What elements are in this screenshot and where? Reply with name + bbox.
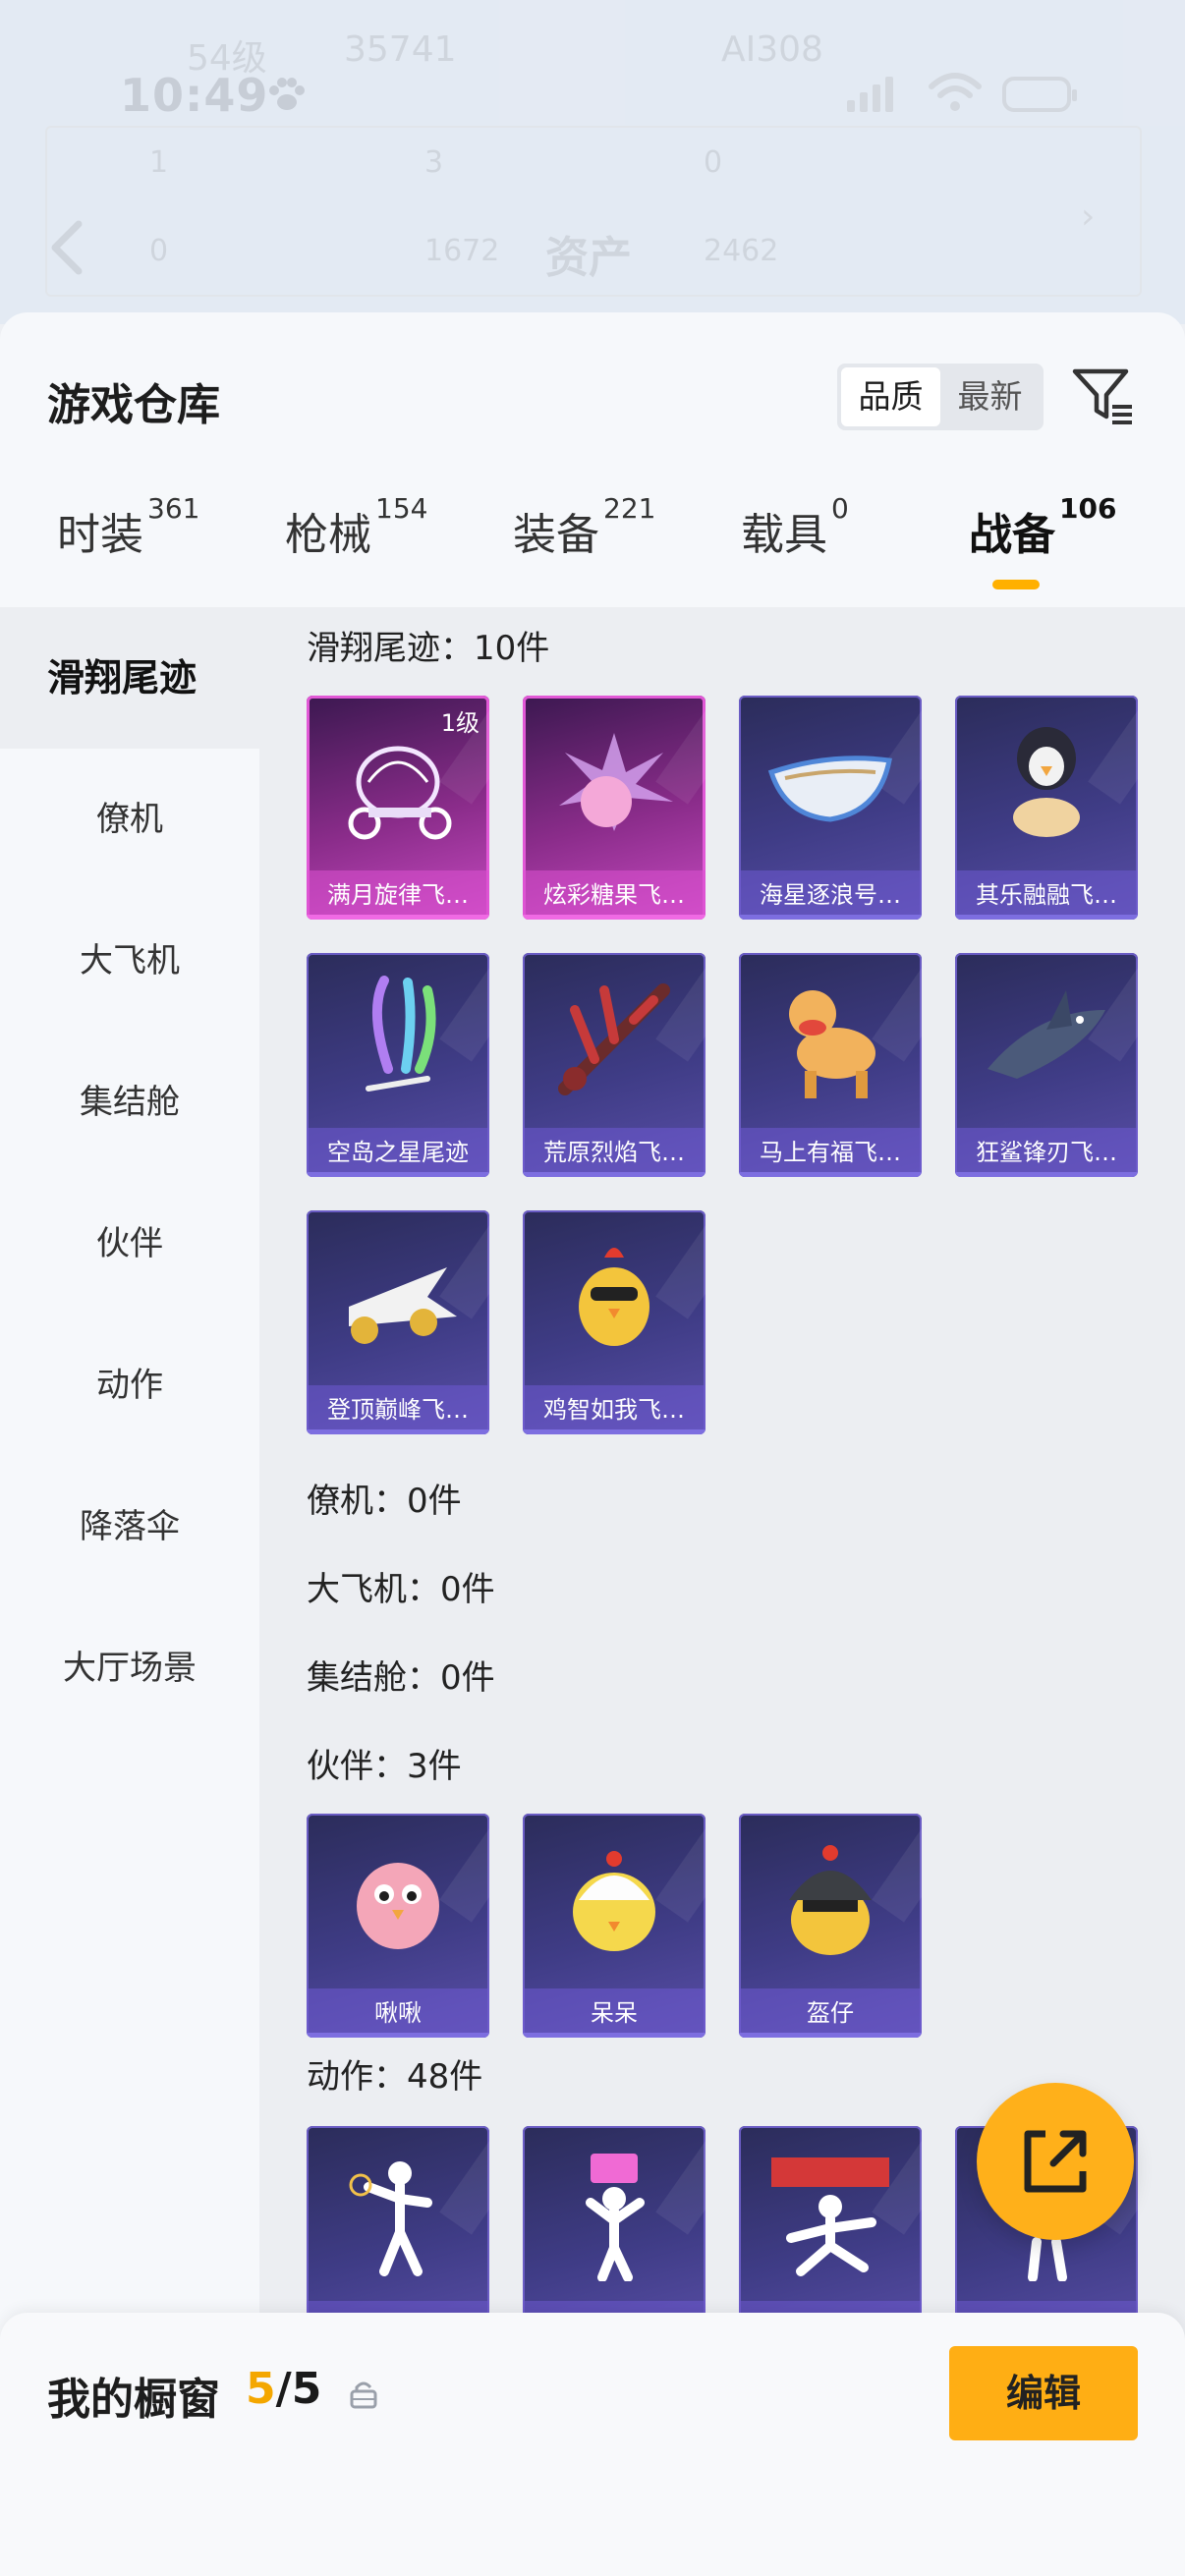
item-name: 呆呆 — [523, 1988, 705, 2038]
item-name: 炫彩糖果飞… — [523, 870, 705, 920]
filter-icon[interactable] — [1071, 364, 1136, 428]
sheet-title: 游戏仓库 — [47, 380, 220, 430]
item-name: 马上有福飞… — [739, 1128, 922, 1177]
item-card[interactable]: 其乐融融飞… — [955, 696, 1138, 920]
tab-vehicles[interactable]: 载具0 — [741, 492, 849, 562]
item-name: 盔仔 — [739, 1988, 922, 2038]
hero-icon — [771, 2157, 889, 2276]
item-name: 其乐融融飞… — [955, 870, 1138, 920]
section-title-trail: 滑翔尾迹：10件 — [307, 629, 550, 668]
edit-button[interactable]: 编辑 — [949, 2346, 1138, 2440]
wifi-icon — [929, 73, 982, 111]
item-name: 狂鲨锋刃飞… — [955, 1128, 1138, 1177]
item-card[interactable]: 炫彩糖果飞… — [523, 696, 705, 920]
section-title-wingman: 僚机：0件 — [307, 1482, 462, 1521]
level-badge: 1级 — [440, 709, 480, 737]
item-card[interactable]: 呆呆 — [523, 1814, 705, 2038]
paw-icon — [269, 78, 305, 110]
sort-quality-button[interactable]: 品质 — [841, 367, 940, 426]
sidebar-item-lobby[interactable]: 大厅场景 — [0, 1597, 259, 1739]
sidebar-item-emote[interactable]: 动作 — [0, 1315, 259, 1456]
penguin-icon — [1013, 727, 1080, 837]
lock-icon — [350, 2381, 377, 2409]
ghost-code: AI308 — [721, 29, 823, 70]
item-card[interactable]: 盔仔 — [739, 1814, 922, 2038]
sort-newest-button[interactable]: 最新 — [940, 367, 1040, 426]
chicken-icon — [579, 1248, 649, 1346]
item-card[interactable]: 鸡智如我飞… — [523, 1210, 705, 1434]
sidebar-item-plane[interactable]: 大飞机 — [0, 890, 259, 1032]
signal-icon — [847, 77, 893, 112]
candy-icon — [559, 733, 673, 831]
item-name: 登顶巅峰飞… — [307, 1385, 489, 1434]
helmet-chick-icon — [789, 1845, 872, 1955]
item-grid-panel: 滑翔尾迹：10件 1级 满月旋律飞… 炫彩糖果飞… 海星逐浪号… 其乐融融飞… … — [259, 607, 1185, 2576]
sidebar-item-parachute[interactable]: 降落伞 — [0, 1456, 259, 1597]
shark-icon — [988, 990, 1105, 1079]
tab-equipment[interactable]: 装备221 — [513, 492, 655, 562]
category-tabs: 时装361 枪械154 装备221 载具0 战备106 — [0, 492, 1185, 607]
section-title-plane: 大飞机：0件 — [307, 1570, 495, 1609]
item-name: 满月旋律飞… — [307, 870, 489, 920]
status-time: 10:49 — [120, 69, 269, 122]
ghost-score: 35741 — [344, 29, 457, 70]
sweet-strike-icon — [586, 2154, 645, 2281]
sidebar-item-wingman[interactable]: 僚机 — [0, 749, 259, 890]
sidebar-item-partner[interactable]: 伙伴 — [0, 1173, 259, 1315]
pink-bird-icon — [357, 1863, 439, 1949]
tab-weapons[interactable]: 枪械154 — [285, 492, 427, 562]
dance-icon — [349, 2161, 432, 2276]
item-card[interactable]: 空岛之星尾迹 — [307, 953, 489, 1177]
chevron-right-icon: › — [1081, 196, 1096, 237]
item-card[interactable]: 马上有福飞… — [739, 953, 922, 1177]
item-card[interactable]: 荒原烈焰飞… — [523, 953, 705, 1177]
share-icon — [1024, 2130, 1087, 2193]
horse-icon — [789, 990, 875, 1098]
boat-icon — [767, 756, 892, 822]
item-card[interactable]: 狂鲨锋刃飞… — [955, 953, 1138, 1177]
item-name: 海星逐浪号… — [739, 870, 922, 920]
sidebar-item-trail[interactable]: 滑翔尾迹 — [0, 607, 259, 749]
tab-indicator — [992, 580, 1040, 589]
item-name: 啾啾 — [307, 1988, 489, 2038]
item-card[interactable]: 啾啾 — [307, 1814, 489, 2038]
item-name: 鸡智如我飞… — [523, 1385, 705, 1434]
tab-fashion[interactable]: 时装361 — [57, 492, 199, 562]
sidebar-item-pod[interactable]: 集结舱 — [0, 1032, 259, 1173]
section-title-emote: 动作：48件 — [307, 2057, 483, 2097]
back-arrow-icon[interactable] — [47, 218, 86, 281]
jet-glider-icon — [349, 1267, 457, 1344]
battery-icon — [1002, 77, 1077, 112]
section-title-pod: 集结舱：0件 — [307, 1658, 495, 1698]
item-card[interactable]: 海星逐浪号… — [739, 696, 922, 920]
showcase-count: 5/5 — [246, 2364, 322, 2414]
sort-toggle: 品质 最新 — [837, 364, 1044, 430]
tab-gear[interactable]: 战备106 — [969, 492, 1116, 562]
item-name: 空岛之星尾迹 — [307, 1128, 489, 1177]
chick-icon — [573, 1851, 655, 1951]
item-card[interactable]: 登顶巅峰飞… — [307, 1210, 489, 1434]
item-name: 荒原烈焰飞… — [523, 1128, 705, 1177]
section-title-partner: 伙伴：3件 — [307, 1747, 462, 1786]
page-title: 资产 — [545, 233, 632, 283]
showcase-title: 我的橱窗 — [47, 2375, 220, 2425]
share-button[interactable] — [977, 2083, 1134, 2240]
flame-glider-icon — [558, 983, 670, 1095]
item-card[interactable]: 1级 满月旋律飞… — [307, 696, 489, 920]
subcategory-sidebar: 滑翔尾迹 僚机 大飞机 集结舱 伙伴 动作 降落伞 大厅场景 — [0, 607, 259, 2576]
showcase-bar: 我的橱窗 5/5 编辑 — [0, 2313, 1185, 2576]
background-page: 54级 35741 AI308 1 3 0 0 1672 2462 资产 › — [0, 0, 1185, 324]
rainbow-trail-icon — [366, 976, 436, 1092]
